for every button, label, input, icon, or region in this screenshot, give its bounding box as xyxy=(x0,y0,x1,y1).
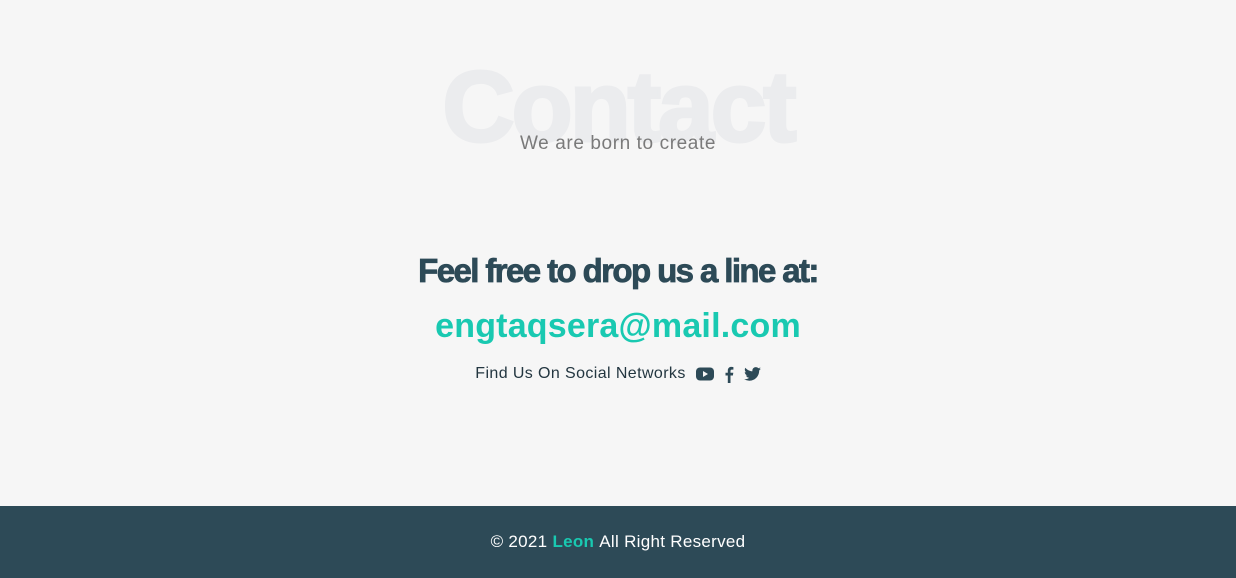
social-label: Find Us On Social Networks xyxy=(475,365,686,382)
footer-rights: All Right Reserved xyxy=(599,532,746,551)
footer-copyright: © 2021 xyxy=(490,532,548,551)
twitter-icon[interactable] xyxy=(743,367,761,381)
footer: © 2021 Leon All Right Reserved xyxy=(0,506,1236,578)
youtube-icon[interactable] xyxy=(695,367,714,381)
facebook-icon[interactable] xyxy=(724,366,734,383)
footer-brand: Leon xyxy=(552,532,595,551)
section-subtitle: We are born to create xyxy=(519,133,716,154)
contact-headline: Feel free to drop us a line at: xyxy=(418,252,820,290)
email-link[interactable]: engtaqsera@mail.com xyxy=(0,307,1236,346)
social-networks: Find Us On Social Networks xyxy=(0,365,1236,383)
